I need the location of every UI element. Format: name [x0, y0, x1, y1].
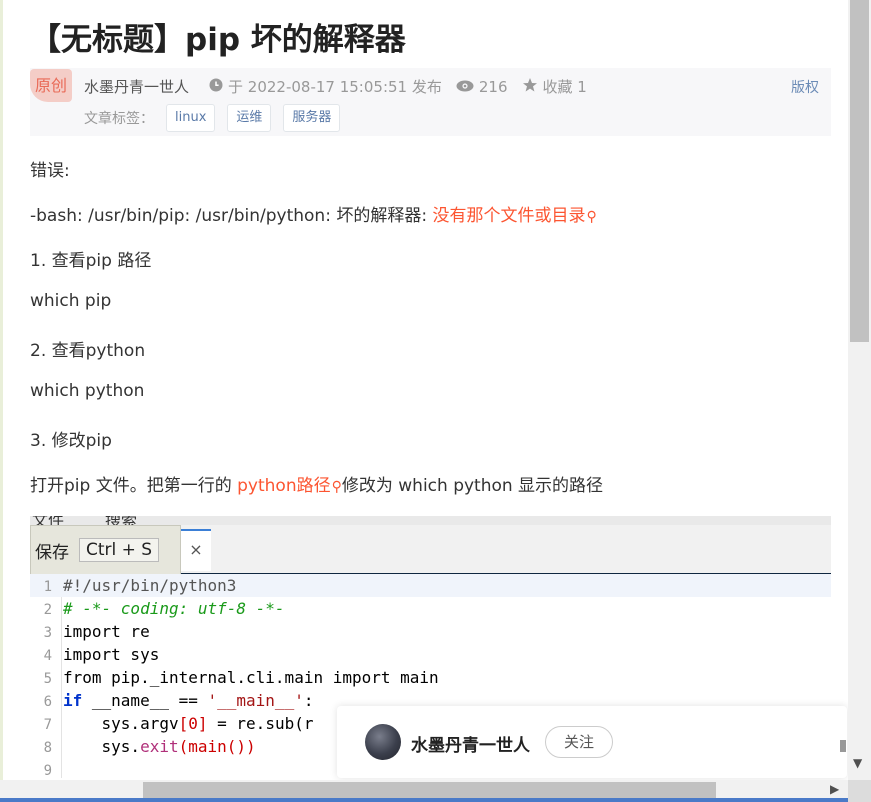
follow-button[interactable]: 关注 — [545, 726, 613, 758]
code-text: import re — [63, 622, 150, 641]
line-number: 8 — [43, 740, 52, 756]
body-paragraph: 1. 查看pip 路径 — [30, 251, 152, 271]
scrollbar-corner — [848, 780, 871, 802]
star-icon[interactable] — [522, 77, 538, 97]
vertical-scrollbar[interactable]: ▼ — [848, 0, 871, 780]
save-label: 保存 — [35, 542, 69, 563]
code-bracket: [ — [178, 714, 189, 733]
left-stripe — [0, 0, 3, 802]
line-number: 1 — [43, 579, 52, 595]
eye-icon — [456, 78, 474, 96]
instruction-text: 修改为 which python 显示的路径 — [341, 476, 604, 496]
body-paragraph: -bash: /usr/bin/pip: /usr/bin/python: 坏的… — [30, 201, 597, 226]
avatar[interactable] — [365, 724, 401, 760]
line-number: 7 — [43, 717, 52, 733]
save-shortcut: Ctrl + S — [79, 538, 160, 562]
side-toolbar-edge[interactable] — [840, 740, 846, 752]
code-text: sys.argv — [63, 714, 179, 733]
error-text: -bash: /usr/bin/pip: /usr/bin/python: 坏的… — [30, 206, 433, 226]
body-paragraph: 2. 查看python — [30, 341, 146, 361]
code-text: from pip._internal.cli.main import main — [63, 668, 439, 687]
publish-time: 于 2022-08-17 15:05:51 发布 — [228, 78, 442, 96]
code-keyword: if — [63, 691, 83, 710]
code-line: 4 import sys — [30, 643, 831, 666]
original-badge: 原创 — [30, 69, 72, 102]
body-paragraph: which pip — [30, 291, 112, 311]
author-link[interactable]: 水墨丹青一世人 — [84, 76, 189, 97]
window-bottom-edge — [0, 798, 848, 802]
line-number: 2 — [43, 602, 52, 618]
code-line: 5 from pip._internal.cli.main import main — [30, 666, 831, 689]
scroll-right-arrow-icon[interactable]: ▶ — [830, 782, 839, 796]
search-link[interactable]: 没有那个文件或目录 — [432, 206, 585, 226]
vertical-scroll-thumb[interactable] — [850, 0, 869, 342]
menu-file: 文件 — [32, 516, 64, 525]
code-text: #!/usr/bin/python3 — [63, 576, 237, 595]
meta-line: 水墨丹青一世人 于 2022-08-17 15:05:51 发布 216 收藏 … — [84, 76, 587, 97]
follow-author-bar: 水墨丹青一世人 关注 — [337, 706, 847, 778]
tag-linux[interactable]: linux — [166, 104, 216, 132]
tag-server[interactable]: 服务器 — [283, 104, 341, 132]
code-function: exit — [140, 737, 179, 756]
tags-line: 文章标签： linux 运维 服务器 — [84, 104, 341, 132]
code-text: = re.sub(r — [207, 714, 314, 733]
body-paragraph: 3. 修改pip — [30, 431, 112, 451]
code-line: 2 # -*- coding: utf-8 -*- — [30, 597, 831, 620]
line-number: 3 — [43, 625, 52, 641]
code-text: (main()) — [178, 737, 256, 756]
article-title: 【无标题】pip 坏的解释器 — [30, 22, 406, 58]
body-paragraph: 错误: — [30, 161, 70, 181]
article-meta-box: 原创 水墨丹青一世人 于 2022-08-17 15:05:51 发布 216 … — [30, 68, 831, 136]
instruction-text: 打开pip 文件。把第一行的 — [30, 476, 238, 496]
code-text: __name__ == — [82, 691, 208, 710]
code-text: # -*- coding: utf-8 -*- — [63, 599, 285, 618]
close-tab-icon: × — [181, 529, 211, 571]
tags-label: 文章标签： — [84, 111, 154, 127]
code-line: 1 #!/usr/bin/python3 — [30, 574, 831, 597]
code-line: 3 import re — [30, 620, 831, 643]
code-text: import sys — [63, 645, 160, 664]
code-text: sys. — [63, 737, 141, 756]
search-link[interactable]: python路径 — [237, 476, 330, 496]
search-icon[interactable]: ⚲ — [332, 479, 342, 495]
body-paragraph: which python — [30, 381, 145, 401]
editor-menu-strip: 文件 搜索 — [30, 516, 831, 525]
body-paragraph: 打开pip 文件。把第一行的 python路径⚲修改为 which python… — [30, 471, 603, 496]
scroll-down-arrow-icon[interactable]: ▼ — [853, 756, 862, 770]
follow-author-name[interactable]: 水墨丹青一世人 — [411, 731, 530, 756]
code-bracket: ] — [197, 714, 208, 733]
favorite-count[interactable]: 收藏 1 — [543, 76, 587, 97]
code-text: : — [303, 691, 314, 710]
line-number: 4 — [43, 648, 52, 664]
menu-search: 搜索 — [105, 516, 137, 525]
copyright-link[interactable]: 版权 — [791, 77, 819, 97]
line-number: 5 — [43, 671, 52, 687]
clock-icon — [209, 78, 223, 96]
tag-ops[interactable]: 运维 — [227, 104, 272, 132]
search-icon[interactable]: ⚲ — [586, 209, 596, 225]
line-number: 9 — [43, 763, 52, 778]
save-tooltip: 保存 Ctrl + S — [30, 525, 181, 575]
code-string: '__main__' — [207, 691, 304, 710]
view-count: 216 — [478, 77, 508, 96]
line-number: 6 — [43, 694, 52, 710]
code-number: 0 — [188, 714, 198, 733]
